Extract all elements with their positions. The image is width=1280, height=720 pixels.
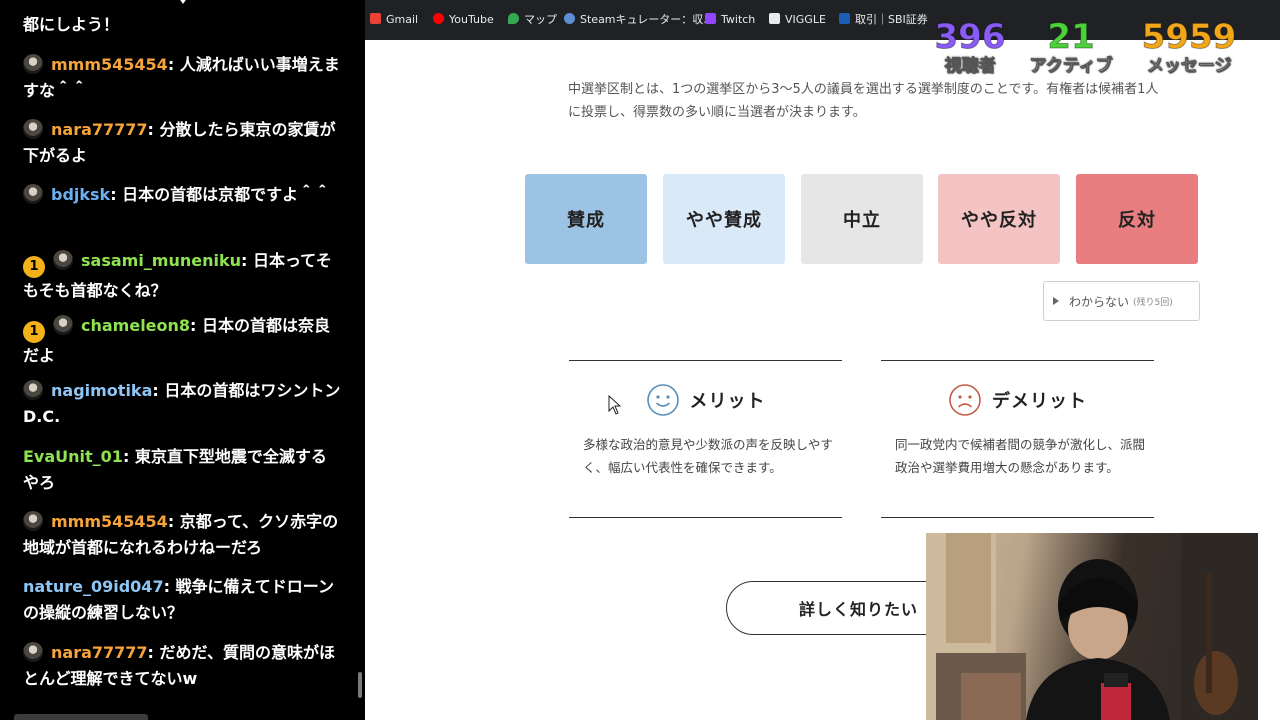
merit-card: メリット 多様な政治的意見や少数派の声を反映しやすく、幅広い代表性を確保できます… <box>569 360 842 518</box>
vote-somewhat-agree-button[interactable]: やや賛成 <box>663 174 785 264</box>
viewer-count-label: 視聴者 <box>944 56 996 77</box>
user-avatar-icon <box>53 250 73 270</box>
frown-face-icon <box>949 384 981 416</box>
active-count-value: 21 <box>1047 17 1095 57</box>
chat-message: 1 chameleon8: 日本の首都は奈良だよ <box>23 313 341 369</box>
chat-panel: 都にしよう！ mmm545454: 人減ればいい事増えますな＾＾ nara777… <box>0 0 365 720</box>
chat-message: bdjksk: 日本の首都は京都ですよ＾＾ <box>23 182 341 208</box>
chat-message: mmm545454: 人減ればいい事増えますな＾＾ <box>23 52 341 104</box>
user-avatar-icon <box>53 315 73 335</box>
message-count-value: 5959 <box>1141 17 1237 57</box>
demerit-header: デメリット <box>881 383 1154 417</box>
message-count: 5959 メッセージ <box>1137 17 1241 77</box>
sub-badge-icon: 1 <box>23 321 45 343</box>
bookmark-maps[interactable]: マップ <box>508 12 557 28</box>
chat-username[interactable]: mmm545454 <box>51 512 168 531</box>
bookmark-steam[interactable]: Steamキュレーター：収... <box>564 12 714 28</box>
user-avatar-icon <box>23 380 43 400</box>
chat-message: mmm545454: 京都って、クソ赤字の地域が首都になれるわけねーだろ <box>23 509 341 561</box>
active-count: 21 アクティブ <box>1021 17 1121 77</box>
bookmark-sbi[interactable]: 取引｜SBI証券 <box>839 12 928 28</box>
chat-message: nagimotika: 日本の首都はワシントンD.C. <box>23 378 341 430</box>
chat-username[interactable]: nara77777 <box>51 120 148 139</box>
chat-message-text: 都にしよう！ <box>23 15 120 34</box>
viewer-count-value: 396 <box>934 17 1006 57</box>
bookmark-youtube[interactable]: YouTube <box>433 12 494 28</box>
chat-input-edge[interactable] <box>14 714 148 720</box>
dont-know-button[interactable]: わからない (残り5回) <box>1043 281 1200 321</box>
sbi-icon <box>839 13 850 24</box>
chat-username[interactable]: nara77777 <box>51 643 148 662</box>
viggle-icon <box>769 13 780 24</box>
chat-message: nature_09id047: 戦争に備えてドローンの操縦の練習しない？ <box>23 574 341 626</box>
play-icon <box>1053 297 1059 305</box>
chat-username[interactable]: EvaUnit_01 <box>23 447 123 466</box>
chat-message: 都にしよう！ <box>23 12 341 38</box>
bookmark-gmail[interactable]: Gmail <box>370 12 418 28</box>
mouse-cursor-icon <box>608 395 622 415</box>
demerit-card: デメリット 同一政党内で候補者間の競争が激化し、派閥政治や選挙費用増大の懸念があ… <box>881 360 1154 518</box>
chat-message: nara77777: だめだ、質問の意味がほとんど理解できてないw <box>23 640 341 692</box>
dont-know-label: わからない <box>1069 294 1130 309</box>
vote-agree-button[interactable]: 賛成 <box>525 174 647 264</box>
system-description: 中選挙区制とは、1つの選挙区から3〜5人の議員を選出する選挙制度のことです。有権… <box>568 82 1159 120</box>
maps-icon <box>508 13 519 24</box>
gmail-icon <box>370 13 381 24</box>
steam-icon <box>564 13 575 24</box>
chat-username[interactable]: nagimotika <box>51 381 152 400</box>
message-count-label: メッセージ <box>1146 56 1232 77</box>
chat-message: 1 sasami_muneniku: 日本ってそもそも首都なくね？ <box>23 248 341 304</box>
viewer-count: 396 視聴者 <box>930 17 1010 77</box>
remaining-count: (残り5回) <box>1133 297 1173 308</box>
merit-body: 多様な政治的意見や少数派の声を反映しやすく、幅広い代表性を確保できます。 <box>583 437 833 475</box>
user-avatar-icon <box>23 54 43 74</box>
chat-username[interactable]: sasami_muneniku <box>81 251 241 270</box>
chat-message: nara77777: 分散したら東京の家賃が下がるよ <box>23 117 341 169</box>
vote-neutral-button[interactable]: 中立 <box>801 174 923 264</box>
vote-somewhat-disagree-button[interactable]: やや反対 <box>938 174 1060 264</box>
bookmark-viggle[interactable]: VIGGLE <box>769 12 826 28</box>
chat-message: EvaUnit_01: 東京直下型地震で全滅するやろ <box>23 444 341 496</box>
vote-disagree-button[interactable]: 反対 <box>1076 174 1198 264</box>
user-avatar-icon <box>23 184 43 204</box>
webcam-overlay <box>926 533 1258 720</box>
merit-title: メリット <box>689 391 766 412</box>
demerit-body: 同一政党内で候補者間の競争が激化し、派閥政治や選挙費用増大の懸念があります。 <box>895 437 1146 475</box>
active-count-label: アクティブ <box>1029 56 1113 77</box>
sub-badge-icon: 1 <box>23 256 45 278</box>
user-avatar-icon <box>23 119 43 139</box>
chat-scrollbar[interactable] <box>358 672 362 698</box>
bookmark-twitch[interactable]: Twitch <box>705 12 755 28</box>
user-avatar-icon <box>23 642 43 662</box>
smile-face-icon <box>646 384 679 416</box>
demerit-title: デメリット <box>992 391 1087 412</box>
chat-username[interactable]: chameleon8 <box>81 316 190 335</box>
chat-scroll-caret-icon[interactable] <box>176 0 190 4</box>
youtube-icon <box>433 13 444 24</box>
streamer-camera-image <box>926 533 1258 720</box>
chat-username[interactable]: mmm545454 <box>51 55 168 74</box>
user-avatar-icon <box>23 511 43 531</box>
twitch-icon <box>705 13 716 24</box>
chat-username[interactable]: bdjksk <box>51 185 110 204</box>
chat-message-text: : 日本の首都は京都ですよ＾＾ <box>110 185 331 204</box>
chat-username[interactable]: nature_09id047 <box>23 577 164 596</box>
